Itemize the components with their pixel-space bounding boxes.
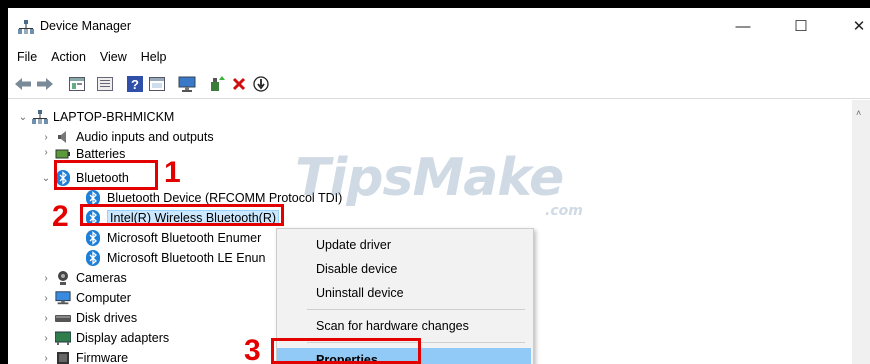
ctx-scan-hardware[interactable]: Scan for hardware changes <box>277 314 531 338</box>
highlight-box-bluetooth <box>54 160 158 190</box>
tree-item-label: Firmware <box>76 351 129 364</box>
close-button[interactable]: ✕ <box>836 12 870 40</box>
chevron-right-icon[interactable]: › <box>40 273 52 284</box>
menu-view[interactable]: View <box>93 48 134 68</box>
computer-icon <box>55 290 71 306</box>
menu-help[interactable]: Help <box>134 48 174 68</box>
title-bar: Device Manager — ☐ ✕ <box>8 8 870 44</box>
tree-item-label: Disk drives <box>76 311 138 325</box>
bluetooth-icon <box>86 250 100 266</box>
chevron-right-icon[interactable]: › <box>40 313 52 324</box>
tree-item-firmware[interactable]: › Firmware <box>40 348 128 364</box>
help-icon[interactable]: ? <box>126 75 144 93</box>
properties-icon[interactable] <box>68 75 86 93</box>
ctx-uninstall-device[interactable]: Uninstall device <box>277 281 531 305</box>
tree-item-ms-bt-enum[interactable]: Microsoft Bluetooth Enumer <box>86 228 261 248</box>
chevron-right-icon[interactable]: › <box>40 132 52 143</box>
uninstall-icon[interactable] <box>230 75 248 93</box>
vertical-scrollbar[interactable]: ˄ <box>852 100 870 364</box>
speaker-icon <box>55 129 71 145</box>
chevron-down-icon[interactable]: ⌄ <box>17 112 29 123</box>
chevron-right-icon[interactable]: › <box>40 147 52 158</box>
tree-item-label: Cameras <box>76 271 127 285</box>
tree-item-computer[interactable]: › Computer <box>40 288 131 308</box>
update-driver-icon[interactable] <box>208 75 226 93</box>
tree-item-label: Microsoft Bluetooth LE Enun <box>107 251 266 265</box>
chevron-down-icon[interactable]: ⌄ <box>40 173 52 184</box>
ctx-separator <box>307 309 525 310</box>
root-label: LAPTOP-BRHMICKM <box>53 110 175 124</box>
menu-bar: File Action View Help <box>8 48 174 68</box>
bluetooth-icon <box>86 230 100 246</box>
chevron-right-icon[interactable]: › <box>40 353 52 364</box>
tree-item-label: Computer <box>76 291 131 305</box>
watermark-logo: TipsMake <box>295 148 564 208</box>
chevron-right-icon[interactable]: › <box>40 293 52 304</box>
ctx-disable-device[interactable]: Disable device <box>277 257 531 281</box>
tree-root[interactable]: ⌄ LAPTOP-BRHMICKM <box>17 107 174 127</box>
tree-item-batteries[interactable]: › Batteries <box>40 147 125 159</box>
highlight-box-properties <box>271 338 421 364</box>
tree-item-label: Batteries <box>76 147 126 159</box>
step-number-3: 3 <box>244 334 261 364</box>
minimize-button[interactable]: — <box>720 12 766 40</box>
forward-icon[interactable] <box>36 75 54 93</box>
back-icon[interactable] <box>14 75 32 93</box>
camera-icon <box>55 270 71 286</box>
battery-icon <box>55 147 71 159</box>
disk-icon <box>55 310 71 326</box>
window-title: Device Manager <box>40 19 132 33</box>
step-number-2: 2 <box>52 200 69 233</box>
menu-action[interactable]: Action <box>44 48 93 68</box>
tree-item-disk-drives[interactable]: › Disk drives <box>40 308 137 328</box>
tree-item-display-adapters[interactable]: › Display adapters <box>40 328 169 348</box>
tree-item-label: Audio inputs and outputs <box>76 130 214 144</box>
tree-item-label: Microsoft Bluetooth Enumer <box>107 231 262 245</box>
highlight-box-intel <box>80 204 284 226</box>
tree-item-ms-bt-le-enum[interactable]: Microsoft Bluetooth LE Enun <box>86 248 265 268</box>
tree-item-cameras[interactable]: › Cameras <box>40 268 127 288</box>
action-icon[interactable] <box>148 75 166 93</box>
menu-file[interactable]: File <box>8 48 44 68</box>
watermark-domain: .com <box>545 203 583 219</box>
chevron-right-icon[interactable]: › <box>40 333 52 344</box>
view-icon[interactable] <box>96 75 114 93</box>
firmware-icon <box>55 350 71 364</box>
device-manager-window: Device Manager — ☐ ✕ File Action View He… <box>8 8 870 364</box>
display-icon <box>55 330 71 346</box>
device-manager-icon <box>18 20 34 34</box>
toolbar: ? <box>8 70 870 99</box>
tree-item-audio[interactable]: › Audio inputs and outputs <box>40 127 214 147</box>
tree-item-label: Display adapters <box>76 331 170 345</box>
svg-text:?: ? <box>131 77 139 92</box>
monitor-icon[interactable] <box>178 75 196 93</box>
scan-icon[interactable] <box>252 75 270 93</box>
computer-tree-icon <box>32 109 48 125</box>
maximize-button[interactable]: ☐ <box>778 12 824 40</box>
scroll-up-icon[interactable]: ˄ <box>856 108 861 118</box>
ctx-update-driver[interactable]: Update driver <box>277 233 531 257</box>
step-number-1: 1 <box>164 156 181 189</box>
